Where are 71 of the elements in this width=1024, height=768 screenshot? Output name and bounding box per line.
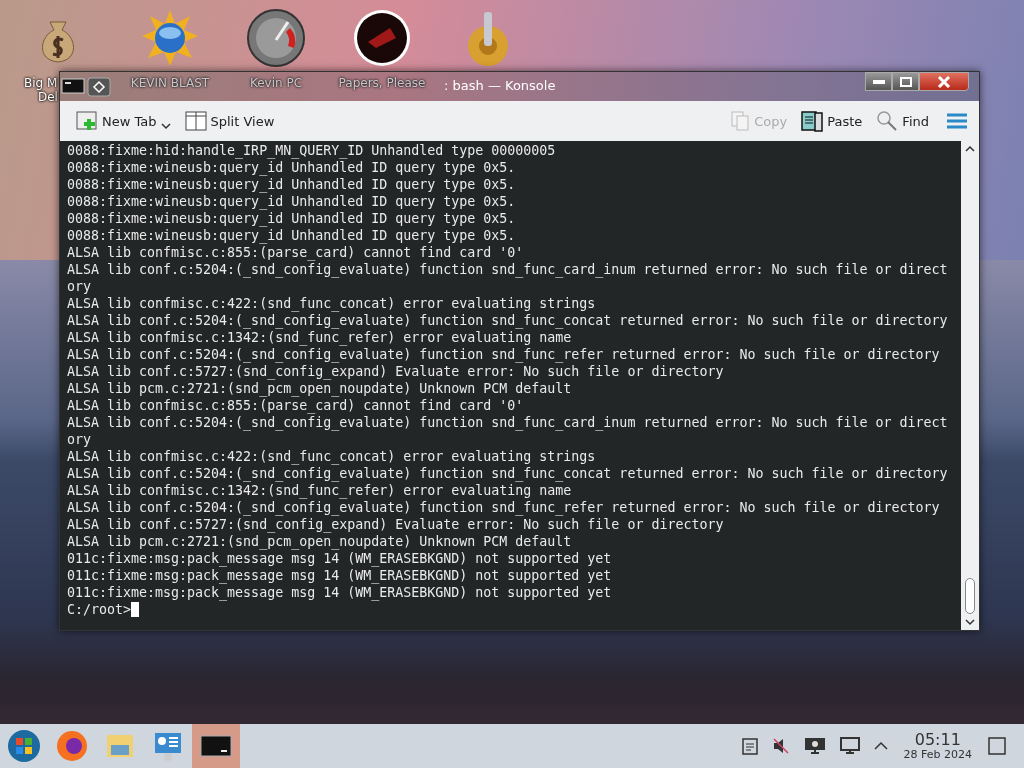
terminal-line: 011c:fixme:msg:pack_message msg 14 (WM_ERASEBKGND) not supported yet bbox=[67, 567, 613, 584]
command-prompt: C:/root> bbox=[67, 601, 132, 618]
terminal-line: ALSA lib conf.c:5204:(_snd_config_evaluate) function snd_func_concat returned error: No such file or directory bbox=[67, 465, 949, 482]
minimize-icon bbox=[872, 79, 885, 84]
text-cursor bbox=[131, 602, 140, 617]
scroll-thumb[interactable] bbox=[965, 578, 975, 614]
icon-label: KEVIN BLAST bbox=[130, 76, 210, 90]
terminal-line: ALSA lib conf.c:5727:(snd_config_expand) Evaluate error: No such file or directory bbox=[67, 516, 725, 533]
terminal-line: 0088:fixme:wineusb:query_id Unhandled ID query type 0x5. bbox=[67, 227, 517, 244]
terminal-line: ALSA lib conf.c:5727:(snd_config_expand) Evaluate error: No such file or directory bbox=[67, 363, 725, 380]
clipboard-icon bbox=[801, 110, 824, 132]
terminal-line: ALSA lib pcm.c:2721:(snd_pcm_open_noupdate) Unknown PCM default bbox=[67, 380, 573, 397]
terminal-line: 011c:fixme:msg:pack_message msg 14 (WM_ERASEBKGND) not supported yet bbox=[67, 550, 613, 567]
terminal-line: ALSA lib confmisc.c:422:(snd_func_concat) error evaluating strings bbox=[67, 448, 597, 465]
clock-date[interactable]: 28 Feb 2024 bbox=[903, 748, 972, 761]
start-menu-icon bbox=[7, 729, 41, 763]
terminal-line: 011c:fixme:msg:pack_message msg 14 (WM_ERASEBKGND) not supported yet bbox=[67, 584, 613, 601]
new-tab-button[interactable]: New Tab bbox=[72, 109, 175, 133]
icon-label: Papers, Please bbox=[338, 76, 426, 90]
browser-icon bbox=[55, 729, 89, 763]
terminal-line: ALSA lib confmisc.c:855:(parse_card) cannot find card '0' bbox=[67, 244, 525, 261]
terminal-line: 0088:fixme:wineusb:query_id Unhandled ID query type 0x5. bbox=[67, 210, 517, 227]
scroll-up-icon[interactable] bbox=[965, 145, 975, 153]
terminal-line: ALSA lib conf.c:5204:(_snd_config_evaluate) function snd_func_card_inum returned error: No such file or direct bbox=[67, 414, 949, 431]
paste-button[interactable]: Paste bbox=[797, 108, 867, 134]
terminal-line: 0088:fixme:hid:handle_IRP_MN_QUERY_ID Unhandled type 00000005 bbox=[67, 142, 557, 159]
menu-icon bbox=[947, 113, 967, 129]
monitor-icon[interactable] bbox=[803, 737, 826, 755]
show-desktop-icon[interactable] bbox=[988, 737, 1006, 755]
split-view-icon bbox=[184, 111, 207, 131]
copy-icon bbox=[730, 111, 751, 131]
monitor-icon[interactable] bbox=[839, 737, 860, 755]
window-title: : bash — Konsole bbox=[444, 78, 556, 93]
terminal-line: ALSA lib conf.c:5204:(_snd_config_evaluate) function snd_func_card_inum returned error: No such file or direct bbox=[67, 261, 949, 278]
terminal-line: ALSA lib conf.c:5204:(_snd_config_evaluate) function snd_func_refer returned error: No such file or directory bbox=[67, 346, 941, 363]
close-button[interactable] bbox=[919, 72, 969, 91]
terminal-line: ALSA lib confmisc.c:1342:(snd_func_refer) error evaluating name bbox=[67, 482, 573, 499]
terminal-line: ALSA lib conf.c:5204:(_snd_config_evaluate) function snd_func_refer returned error: No such file or directory bbox=[67, 499, 941, 516]
icon-label: Del bbox=[38, 90, 58, 104]
close-icon bbox=[937, 75, 951, 88]
terminal-line: ory bbox=[67, 431, 93, 448]
icon-label: Kevin PC bbox=[249, 76, 303, 90]
terminal-line: 0088:fixme:wineusb:query_id Unhandled ID query type 0x5. bbox=[67, 176, 517, 193]
muted-speaker-icon[interactable] bbox=[771, 737, 790, 755]
dark-circle-icon[interactable] bbox=[352, 8, 412, 68]
terminal-line: 0088:fixme:wineusb:query_id Unhandled ID query type 0x5. bbox=[67, 159, 517, 176]
terminal-output[interactable] bbox=[60, 141, 961, 630]
gauge-icon[interactable] bbox=[246, 8, 306, 68]
find-button[interactable]: Find bbox=[872, 108, 933, 134]
icon-label: Big M bbox=[24, 76, 58, 90]
terminal-icon[interactable] bbox=[61, 76, 85, 95]
clock-time[interactable]: 05:11 bbox=[914, 731, 961, 748]
sun-globe-icon[interactable] bbox=[140, 8, 200, 68]
split-view-button[interactable]: Split View bbox=[180, 109, 279, 133]
new-tab-icon bbox=[76, 111, 98, 131]
minimize-button[interactable] bbox=[865, 72, 892, 91]
maximize-button[interactable] bbox=[892, 72, 919, 91]
terminal-line: 0088:fixme:wineusb:query_id Unhandled ID query type 0x5. bbox=[67, 193, 517, 210]
caret-icon bbox=[160, 122, 171, 130]
terminal-line: ALSA lib confmisc.c:1342:(snd_func_refer) error evaluating name bbox=[67, 329, 573, 346]
pin-icon[interactable] bbox=[87, 76, 111, 97]
terminal-line: ALSA lib confmisc.c:422:(snd_func_concat) error evaluating strings bbox=[67, 295, 597, 312]
scroll-down-icon[interactable] bbox=[965, 618, 975, 626]
terminal-taskbar-button[interactable] bbox=[192, 724, 240, 768]
search-icon bbox=[876, 110, 899, 132]
terminal-line: ALSA lib conf.c:5204:(_snd_config_evaluate) function snd_func_concat returned error: No such file or directory bbox=[67, 312, 949, 329]
clipboard-icon[interactable] bbox=[741, 737, 758, 755]
terminal-line: ALSA lib pcm.c:2721:(snd_pcm_open_noupdate) Unknown PCM default bbox=[67, 533, 573, 550]
terminal-line: ALSA lib confmisc.c:855:(parse_card) cannot find card '0' bbox=[67, 397, 525, 414]
terminal-line: ory bbox=[67, 278, 93, 295]
maximize-icon bbox=[899, 76, 912, 87]
